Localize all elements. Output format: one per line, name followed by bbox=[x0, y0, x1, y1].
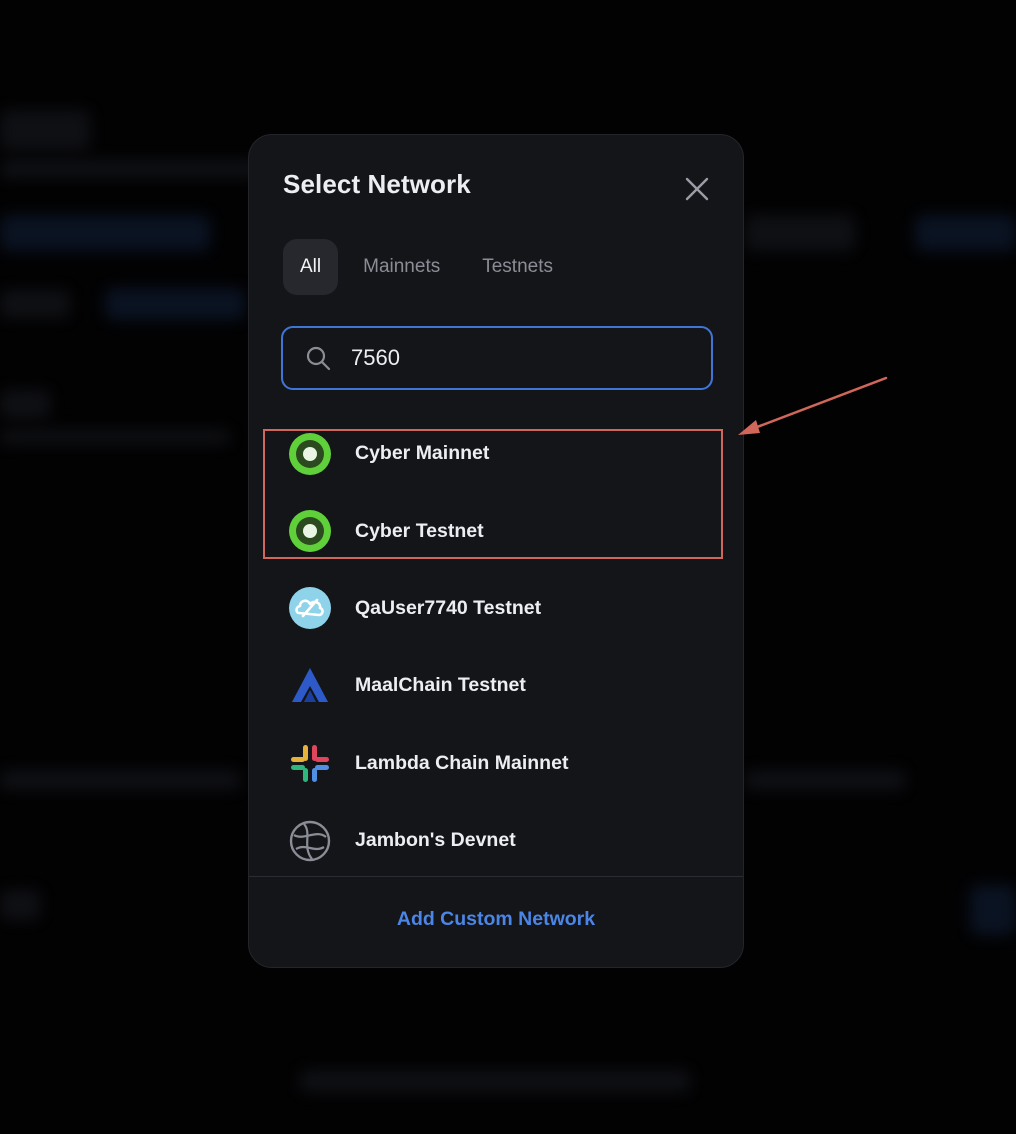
network-item-cyber-mainnet[interactable]: Cyber Mainnet bbox=[249, 415, 743, 492]
close-icon bbox=[685, 177, 709, 201]
modal-title: Select Network bbox=[283, 169, 471, 199]
cyber-logo-icon bbox=[289, 510, 331, 553]
search-input[interactable] bbox=[349, 344, 693, 372]
network-filter-tabs: All Mainnets Testnets bbox=[283, 239, 570, 295]
lambda-logo-icon bbox=[291, 745, 329, 783]
network-item-maalchain-testnet[interactable]: MaalChain Testnet bbox=[249, 647, 743, 724]
footer-divider bbox=[249, 876, 743, 877]
network-item-qauser7740-testnet[interactable]: QaUser7740 Testnet bbox=[249, 570, 743, 647]
tab-testnets[interactable]: Testnets bbox=[465, 239, 570, 295]
network-label: Cyber Testnet bbox=[355, 519, 484, 542]
cyber-logo-icon bbox=[289, 432, 331, 475]
network-label: Cyber Mainnet bbox=[355, 442, 490, 465]
close-button[interactable] bbox=[681, 173, 713, 205]
cloud-link-logo-icon bbox=[289, 587, 331, 630]
network-item-cyber-testnet[interactable]: Cyber Testnet bbox=[249, 492, 743, 569]
network-label: Lambda Chain Mainnet bbox=[355, 751, 569, 774]
search-box[interactable] bbox=[281, 326, 713, 390]
network-list: Cyber Mainnet Cyber Testnet QaUser7740 T… bbox=[249, 415, 743, 879]
network-label: MaalChain Testnet bbox=[355, 674, 526, 697]
annotation-arrow-icon bbox=[738, 376, 888, 435]
select-network-modal: Select Network All Mainnets Testnets Cyb… bbox=[248, 134, 744, 968]
network-label: Jambon's Devnet bbox=[355, 829, 516, 852]
globe-icon bbox=[289, 820, 331, 861]
network-label: QaUser7740 Testnet bbox=[355, 596, 542, 619]
add-custom-network-link[interactable]: Add Custom Network bbox=[249, 908, 743, 931]
tab-mainnets[interactable]: Mainnets bbox=[346, 239, 457, 295]
network-item-jambons-devnet[interactable]: Jambon's Devnet bbox=[249, 802, 743, 879]
network-item-lambda-chain-mainnet[interactable]: Lambda Chain Mainnet bbox=[249, 725, 743, 802]
tab-all[interactable]: All bbox=[283, 239, 339, 295]
search-icon bbox=[306, 346, 331, 371]
maalchain-logo-icon bbox=[292, 667, 328, 702]
